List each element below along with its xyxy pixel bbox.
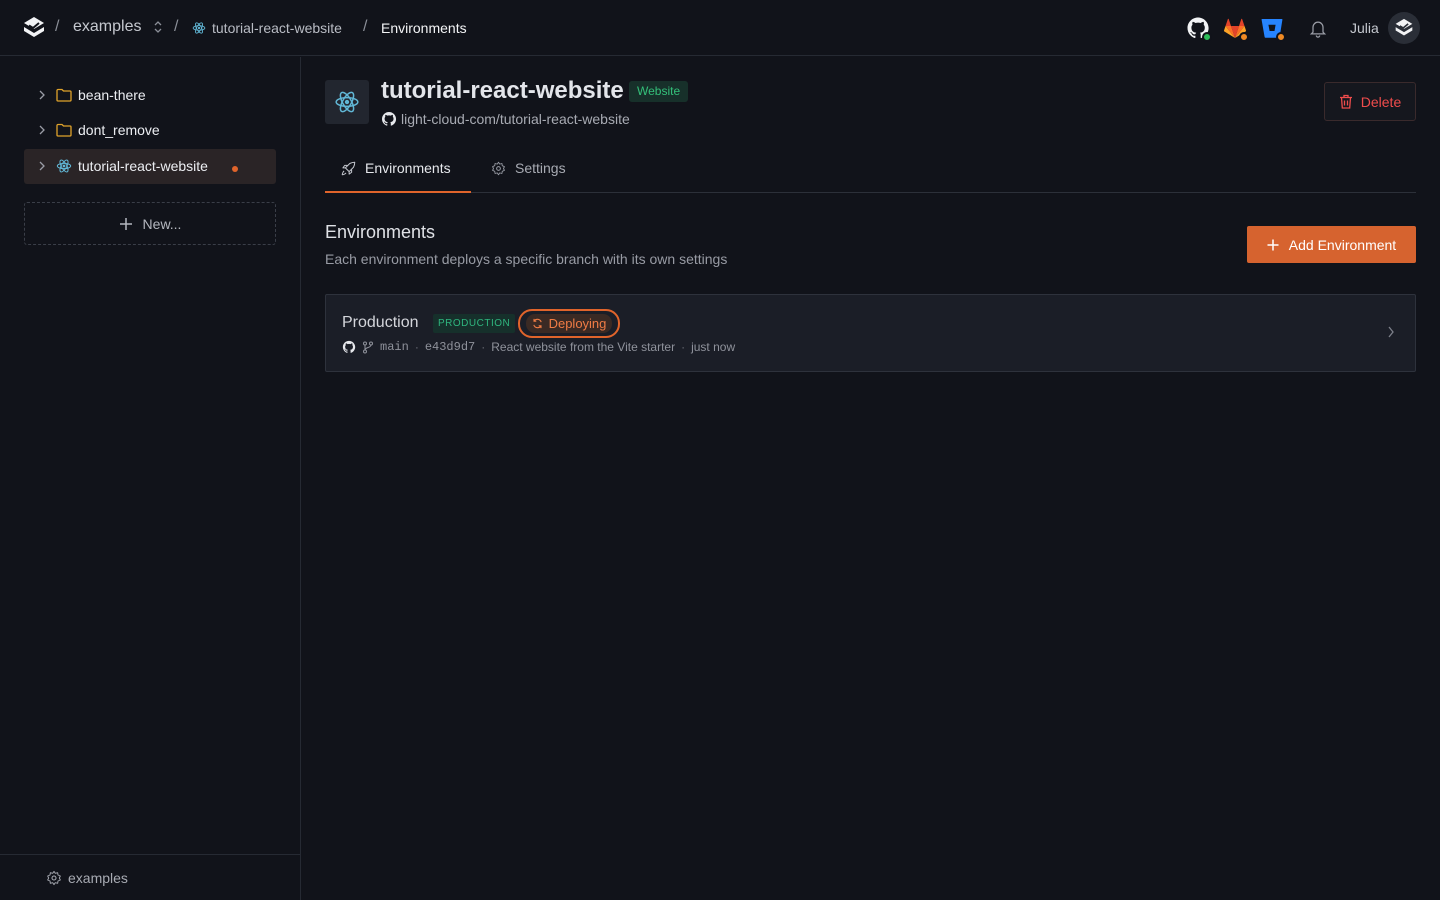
add-environment-button[interactable]: Add Environment xyxy=(1247,226,1416,263)
trash-icon xyxy=(1339,94,1353,109)
sidebar-item-bean-there[interactable]: bean-there xyxy=(24,78,276,113)
meta-separator: · xyxy=(481,340,486,354)
bitbucket-status-dot xyxy=(1276,32,1286,42)
gear-icon xyxy=(46,870,62,886)
sidebar: bean-there dont_remove tutorial-react-we… xyxy=(0,57,301,900)
project-type-badge: Website xyxy=(629,81,689,102)
repo-link-label: light-cloud-com/tutorial-react-website xyxy=(401,111,630,127)
delete-button[interactable]: Delete xyxy=(1324,82,1416,121)
environment-name: Production xyxy=(342,314,419,331)
sidebar-footer[interactable]: examples xyxy=(0,854,300,900)
section-title: Environments xyxy=(325,222,436,242)
tab-environments[interactable]: Environments xyxy=(341,160,451,176)
tabs-divider xyxy=(325,192,1416,193)
github-icon[interactable] xyxy=(1186,16,1212,42)
breadcrumb-separator: / xyxy=(363,18,368,35)
chevron-updown-icon xyxy=(153,20,163,34)
sidebar-item-label: dont_remove xyxy=(78,122,160,138)
breadcrumb-project[interactable]: tutorial-react-website xyxy=(192,20,342,36)
breadcrumb-project-label: tutorial-react-website xyxy=(212,20,342,36)
git-branch-icon xyxy=(362,341,374,354)
chevron-right-icon[interactable] xyxy=(38,125,46,135)
rocket-icon xyxy=(341,161,356,176)
tab-settings[interactable]: Settings xyxy=(491,160,566,176)
top-bar: / examples / tutorial-react-website / En… xyxy=(0,0,1440,56)
active-tab-indicator xyxy=(325,191,471,193)
react-icon xyxy=(192,21,206,35)
breadcrumb-page: Environments xyxy=(381,20,467,36)
footer-org-label: examples xyxy=(68,870,128,886)
environment-card[interactable]: Production PRODUCTION Deploying main · e… xyxy=(325,294,1416,372)
commit-message: React website from the Vite starter xyxy=(491,340,676,354)
react-icon xyxy=(335,91,359,113)
tab-label: Environments xyxy=(365,160,451,176)
branch-name: main xyxy=(380,340,409,354)
logo-icon[interactable] xyxy=(22,16,46,40)
plus-icon xyxy=(1267,239,1279,251)
breadcrumb-org[interactable]: examples xyxy=(73,18,163,36)
user-name[interactable]: Julia xyxy=(1350,20,1379,36)
plus-icon xyxy=(119,217,133,231)
refresh-icon xyxy=(532,318,543,329)
project-icon xyxy=(325,80,369,124)
sidebar-item-label: tutorial-react-website xyxy=(78,158,208,174)
react-icon xyxy=(56,158,72,174)
gear-icon xyxy=(491,161,506,176)
github-icon xyxy=(381,111,397,127)
chevron-right-icon[interactable] xyxy=(38,161,46,171)
bell-icon[interactable] xyxy=(1308,18,1334,44)
meta-separator: · xyxy=(681,340,686,354)
chevron-right-icon[interactable] xyxy=(1387,326,1395,338)
folder-icon xyxy=(56,88,72,102)
commit-hash: e43d9d7 xyxy=(424,340,476,354)
environment-type-badge: PRODUCTION xyxy=(433,314,516,333)
section-subtitle: Each environment deploys a specific bran… xyxy=(325,251,728,267)
github-status-dot xyxy=(1202,32,1212,42)
folder-icon xyxy=(56,123,72,137)
bitbucket-icon[interactable] xyxy=(1260,16,1286,42)
add-environment-label: Add Environment xyxy=(1288,236,1397,253)
chevron-right-icon[interactable] xyxy=(38,90,46,100)
page-title: tutorial-react-website xyxy=(381,77,624,104)
new-button-label: New... xyxy=(142,215,182,232)
status-label: Deploying xyxy=(548,316,607,331)
delete-button-label: Delete xyxy=(1360,93,1402,110)
tab-label: Settings xyxy=(515,160,566,176)
github-icon xyxy=(342,340,356,354)
breadcrumb-separator: / xyxy=(174,18,179,35)
new-button[interactable]: New... xyxy=(24,202,276,245)
repo-link[interactable]: light-cloud-com/tutorial-react-website xyxy=(381,111,630,127)
breadcrumb-page-label: Environments xyxy=(381,20,467,36)
avatar[interactable] xyxy=(1388,12,1420,44)
status-badge: Deploying xyxy=(518,309,620,338)
meta-separator: · xyxy=(414,340,419,354)
breadcrumb-separator: / xyxy=(55,18,60,35)
breadcrumb-org-label: examples xyxy=(73,18,142,35)
status-dot xyxy=(232,166,238,172)
gitlab-icon[interactable] xyxy=(1223,16,1249,42)
sidebar-item-tutorial-react-website[interactable]: tutorial-react-website xyxy=(24,149,276,184)
gitlab-status-dot xyxy=(1239,32,1249,42)
environment-meta: main · e43d9d7 · React website from the … xyxy=(342,340,735,354)
status-badge-inner: Deploying xyxy=(525,314,613,333)
deploy-time: just now xyxy=(691,340,736,354)
sidebar-item-label: bean-there xyxy=(78,87,146,103)
sidebar-item-dont-remove[interactable]: dont_remove xyxy=(24,113,276,148)
